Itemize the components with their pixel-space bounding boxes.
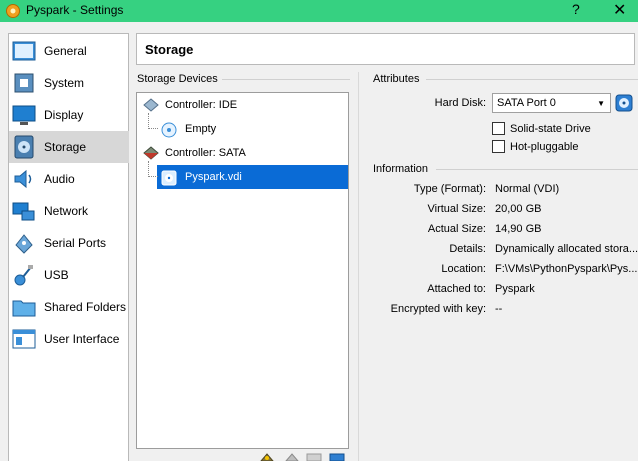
storage-devices-label: Storage Devices bbox=[137, 73, 218, 85]
sidebar-item-label: General bbox=[44, 44, 87, 58]
info-key-location: Location: bbox=[441, 263, 486, 275]
info-key-actual-size: Actual Size: bbox=[427, 223, 486, 235]
sidebar-item-serial-ports[interactable]: Serial Ports bbox=[9, 227, 129, 259]
choose-disk-icon[interactable] bbox=[615, 94, 633, 112]
serial-ports-icon bbox=[15, 234, 33, 254]
tree-item-label: Pyspark.vdi bbox=[185, 171, 242, 183]
shared-folders-icon bbox=[12, 300, 36, 317]
tree-item-label: Empty bbox=[185, 123, 217, 135]
sidebar-item-label: User Interface bbox=[44, 332, 120, 346]
remove-attachment-icon[interactable] bbox=[329, 452, 345, 461]
information-label: Information bbox=[373, 163, 429, 175]
tree-line bbox=[148, 113, 149, 129]
hard-disk-select[interactable]: SATA Port 0 ▼ bbox=[492, 93, 611, 113]
sidebar-item-label: System bbox=[44, 76, 85, 90]
system-icon bbox=[14, 73, 34, 93]
divider bbox=[436, 169, 638, 170]
info-value-type: Normal (VDI) bbox=[495, 183, 560, 195]
info-key-details: Details: bbox=[449, 243, 486, 255]
controller-icon bbox=[143, 98, 159, 112]
solid-state-drive-label: Solid-state Drive bbox=[510, 123, 591, 135]
sidebar-item-general[interactable]: General bbox=[9, 35, 129, 67]
network-icon bbox=[12, 202, 35, 221]
sidebar-item-audio[interactable]: Audio bbox=[9, 163, 129, 195]
controller-icon bbox=[143, 146, 159, 160]
help-button[interactable]: ? bbox=[572, 1, 580, 17]
sidebar-item-system[interactable]: System bbox=[9, 67, 129, 99]
info-key-encrypted-with-key: Encrypted with key: bbox=[390, 303, 486, 315]
user-interface-icon bbox=[12, 329, 36, 349]
settings-sidebar: General System Display Storage Audio Net… bbox=[8, 33, 129, 461]
hard-disk-label: Hard Disk: bbox=[434, 97, 486, 109]
solid-state-drive-checkbox[interactable] bbox=[492, 122, 505, 135]
storage-icon bbox=[14, 135, 34, 159]
sidebar-item-display[interactable]: Display bbox=[9, 99, 129, 131]
hot-pluggable-checkbox[interactable] bbox=[492, 140, 505, 153]
tree-line bbox=[148, 128, 158, 129]
info-value-location: F:\VMs\PythonPyspark\Pys... bbox=[495, 263, 638, 275]
hard-disk-icon bbox=[161, 170, 177, 186]
audio-icon bbox=[14, 169, 32, 189]
info-key-attached-to: Attached to: bbox=[427, 283, 486, 295]
tree-line bbox=[148, 161, 149, 177]
storage-tree[interactable]: Controller: IDE Empty Controller: SATA P… bbox=[136, 92, 349, 449]
usb-icon bbox=[14, 265, 33, 286]
remove-controller-icon[interactable] bbox=[284, 452, 300, 461]
display-icon bbox=[12, 105, 36, 125]
divider bbox=[222, 79, 350, 80]
app-gear-icon bbox=[6, 4, 20, 18]
sidebar-item-label: USB bbox=[44, 268, 69, 282]
add-attachment-icon[interactable] bbox=[306, 452, 322, 461]
add-controller-icon[interactable] bbox=[259, 452, 275, 461]
info-value-encrypted-with-key: -- bbox=[495, 303, 503, 315]
sidebar-item-label: Network bbox=[44, 204, 89, 218]
sidebar-item-label: Shared Folders bbox=[44, 300, 127, 314]
info-value-details: Dynamically allocated stora... bbox=[495, 243, 638, 255]
sidebar-item-shared-folders[interactable]: Shared Folders bbox=[9, 291, 129, 323]
general-icon bbox=[12, 41, 36, 61]
info-key-type: Type (Format): bbox=[413, 183, 486, 195]
sidebar-item-label: Serial Ports bbox=[44, 236, 107, 250]
info-value-virtual-size: 20,00 GB bbox=[495, 203, 542, 215]
divider bbox=[426, 79, 638, 80]
page-title: Storage bbox=[145, 42, 194, 57]
sidebar-item-label: Audio bbox=[44, 172, 75, 186]
info-value-attached-to: Pyspark bbox=[495, 283, 535, 295]
sidebar-item-network[interactable]: Network bbox=[9, 195, 129, 227]
close-button[interactable]: ✕ bbox=[613, 0, 626, 20]
tree-item-label: Controller: IDE bbox=[165, 99, 238, 111]
window-title: Pyspark - Settings bbox=[26, 3, 124, 17]
info-value-actual-size: 14,90 GB bbox=[495, 223, 542, 235]
sidebar-item-label: Display bbox=[44, 108, 84, 122]
optical-disc-icon bbox=[161, 122, 177, 138]
info-key-virtual-size: Virtual Size: bbox=[427, 203, 487, 215]
title-bar: Pyspark - Settings ? ✕ bbox=[0, 0, 638, 22]
sidebar-item-label: Storage bbox=[44, 140, 87, 154]
sidebar-item-storage[interactable]: Storage bbox=[9, 131, 129, 163]
tree-item-label: Controller: SATA bbox=[165, 147, 246, 159]
tree-line bbox=[148, 176, 158, 177]
page-header: Storage bbox=[136, 33, 635, 65]
chevron-down-icon: ▼ bbox=[597, 99, 605, 108]
sidebar-item-user-interface[interactable]: User Interface bbox=[9, 323, 129, 355]
attributes-label: Attributes bbox=[373, 73, 420, 85]
hard-disk-select-value: SATA Port 0 bbox=[497, 97, 556, 109]
sidebar-item-usb[interactable]: USB bbox=[9, 259, 129, 291]
hot-pluggable-label: Hot-pluggable bbox=[510, 141, 579, 153]
